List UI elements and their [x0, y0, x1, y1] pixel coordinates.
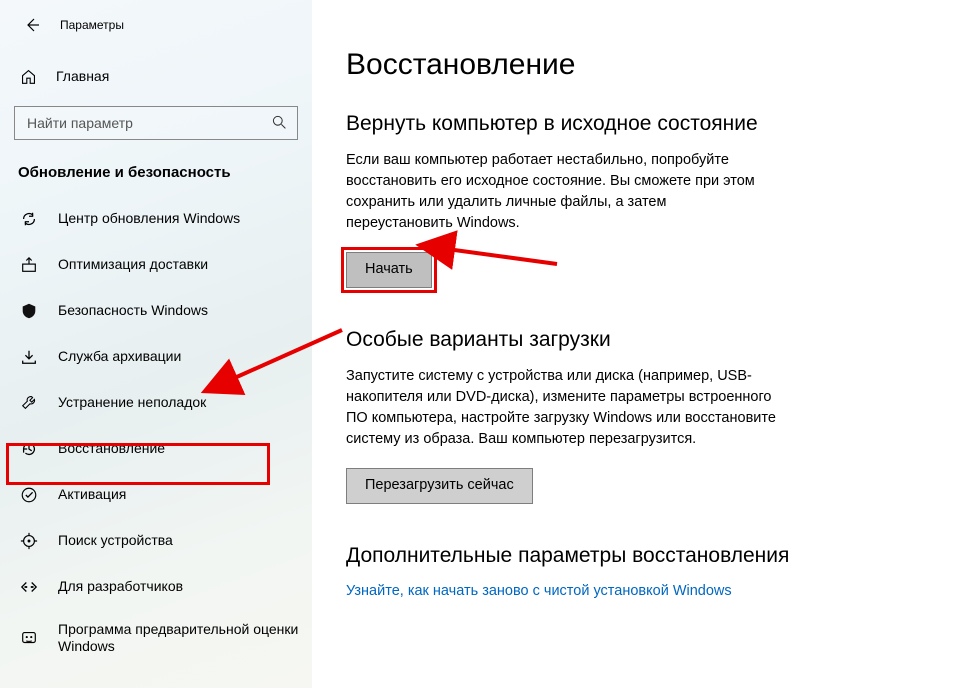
- location-icon: [20, 532, 44, 550]
- sidebar-item-backup[interactable]: Служба архивации: [0, 335, 312, 379]
- sidebar: Параметры Главная Обновление и безопасно…: [0, 0, 312, 688]
- section-reset-heading: Вернуть компьютер в исходное состояние: [346, 112, 934, 136]
- home-icon: [20, 68, 42, 85]
- backup-icon: [20, 348, 44, 366]
- sidebar-item-activation[interactable]: Активация: [0, 473, 312, 517]
- sidebar-item-label: Служба архивации: [58, 348, 181, 366]
- sidebar-item-label: Программа предварительной оценки Windows: [58, 621, 300, 656]
- section-advboot-text: Запустите систему с устройства или диска…: [346, 366, 776, 450]
- section-advboot: Особые варианты загрузки Запустите систе…: [346, 328, 934, 504]
- sidebar-item-delivery[interactable]: Оптимизация доставки: [0, 243, 312, 287]
- search-input-wrap[interactable]: [14, 106, 298, 140]
- home-label: Главная: [56, 68, 109, 84]
- search-icon: [271, 114, 287, 133]
- sidebar-item-label: Оптимизация доставки: [58, 256, 208, 274]
- page-title: Восстановление: [346, 48, 934, 82]
- check-circle-icon: [20, 486, 44, 504]
- back-button[interactable]: [18, 11, 46, 39]
- sidebar-item-troubleshoot[interactable]: Устранение неполадок: [0, 381, 312, 425]
- section-advboot-heading: Особые варианты загрузки: [346, 328, 934, 352]
- code-icon: [20, 578, 44, 596]
- sidebar-item-finddevice[interactable]: Поиск устройства: [0, 519, 312, 563]
- restart-now-button[interactable]: Перезагрузить сейчас: [346, 468, 533, 504]
- category-title: Обновление и безопасность: [18, 164, 312, 181]
- content-area: Восстановление Вернуть компьютер в исход…: [312, 0, 964, 688]
- history-icon: [20, 440, 44, 458]
- sidebar-item-insider[interactable]: Программа предварительной оценки Windows: [0, 611, 312, 665]
- sync-icon: [20, 210, 44, 228]
- shield-icon: [20, 302, 44, 320]
- wrench-icon: [20, 394, 44, 412]
- sidebar-item-home[interactable]: Главная: [0, 56, 312, 96]
- sidebar-item-label: Устранение неполадок: [58, 394, 206, 412]
- sidebar-item-security[interactable]: Безопасность Windows: [0, 289, 312, 333]
- section-reset-text: Если ваш компьютер работает нестабильно,…: [346, 150, 776, 234]
- window-title: Параметры: [60, 18, 124, 32]
- section-more: Дополнительные параметры восстановления …: [346, 544, 934, 599]
- sidebar-item-label: Восстановление: [58, 440, 165, 458]
- sidebar-item-update[interactable]: Центр обновления Windows: [0, 197, 312, 241]
- sidebar-item-label: Активация: [58, 486, 126, 504]
- reset-start-button[interactable]: Начать: [346, 252, 432, 288]
- titlebar: Параметры: [0, 8, 312, 42]
- nav-list: Центр обновления Windows Оптимизация дос…: [0, 197, 312, 665]
- sidebar-item-recovery[interactable]: Восстановление: [0, 427, 312, 471]
- sidebar-item-developers[interactable]: Для разработчиков: [0, 565, 312, 609]
- sidebar-item-label: Поиск устройства: [58, 532, 173, 550]
- sidebar-item-label: Центр обновления Windows: [58, 210, 240, 228]
- section-reset: Вернуть компьютер в исходное состояние Е…: [346, 112, 934, 288]
- sidebar-item-label: Безопасность Windows: [58, 302, 208, 320]
- delivery-icon: [20, 256, 44, 274]
- sidebar-item-label: Для разработчиков: [58, 578, 183, 596]
- insider-icon: [20, 629, 44, 647]
- search-input[interactable]: [25, 114, 271, 132]
- fresh-start-link[interactable]: Узнайте, как начать заново с чистой уста…: [346, 583, 732, 599]
- section-more-heading: Дополнительные параметры восстановления: [346, 544, 934, 568]
